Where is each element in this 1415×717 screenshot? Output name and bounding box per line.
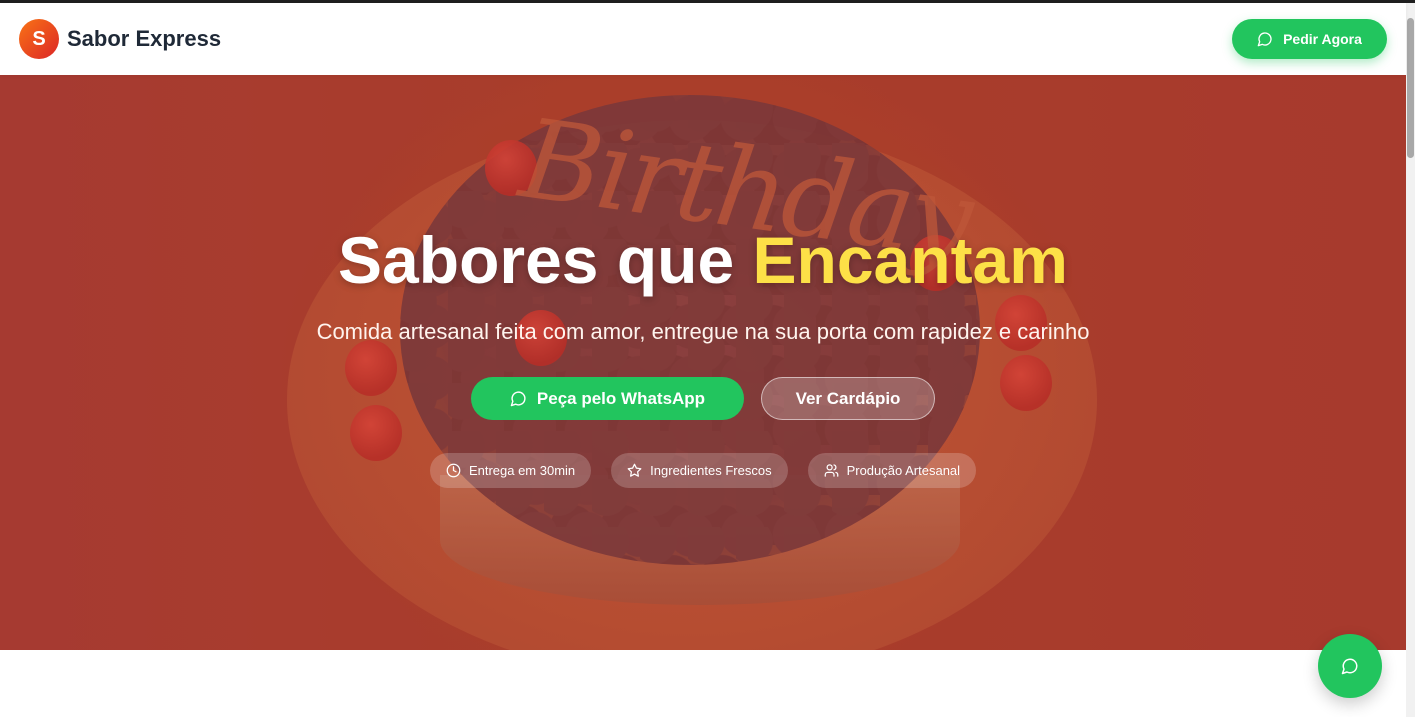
star-icon: [627, 463, 642, 477]
badge-delivery-label: Entrega em 30min: [468, 463, 576, 478]
floating-whatsapp-button[interactable]: [1318, 634, 1382, 698]
whatsapp-chat-icon: [510, 391, 526, 407]
order-now-button[interactable]: Pedir Agora: [1232, 19, 1387, 59]
brand-logo: S: [19, 19, 59, 59]
scrollbar-thumb[interactable]: [1407, 18, 1414, 158]
hero-cta-row: Peça pelo WhatsApp Ver Cardápio: [471, 377, 935, 420]
badge-delivery: Entrega em 30min: [429, 453, 592, 488]
hero-title-accent: Encantam: [752, 223, 1068, 297]
badge-artisanal: Produção Artesanal: [807, 453, 977, 488]
badge-artisanal-label: Produção Artesanal: [846, 463, 961, 478]
badge-fresh-label: Ingredientes Frescos: [650, 463, 772, 478]
hero-title-main: Sabores que: [338, 223, 735, 297]
order-whatsapp-button[interactable]: Peça pelo WhatsApp: [471, 377, 744, 420]
whatsapp-chat-icon: [1257, 32, 1272, 47]
badge-fresh: Ingredientes Frescos: [611, 453, 788, 488]
hero-section: Birthday Sabores que Encantam Comida art…: [0, 75, 1406, 650]
brand-name: Sabor Express: [67, 26, 222, 51]
view-menu-button[interactable]: Ver Cardápio: [761, 377, 935, 420]
order-now-label: Pedir Agora: [1283, 31, 1362, 47]
page-scrollbar[interactable]: [1406, 3, 1415, 717]
site-header: S Sabor Express Pedir Agora: [0, 3, 1406, 75]
order-whatsapp-label: Peça pelo WhatsApp: [536, 388, 706, 408]
feature-badges: Entrega em 30min Ingredientes Frescos Pr…: [429, 453, 977, 488]
hero-content: Sabores que Encantam Comida artesanal fe…: [0, 75, 1406, 650]
clock-icon: [446, 463, 461, 478]
hero-subtitle: Comida artesanal feita com amor, entregu…: [316, 319, 1090, 344]
hero-title: Sabores que Encantam: [338, 227, 1068, 293]
whatsapp-chat-icon: [1341, 658, 1358, 675]
users-icon: [824, 464, 838, 477]
brand[interactable]: S Sabor Express: [19, 19, 221, 59]
